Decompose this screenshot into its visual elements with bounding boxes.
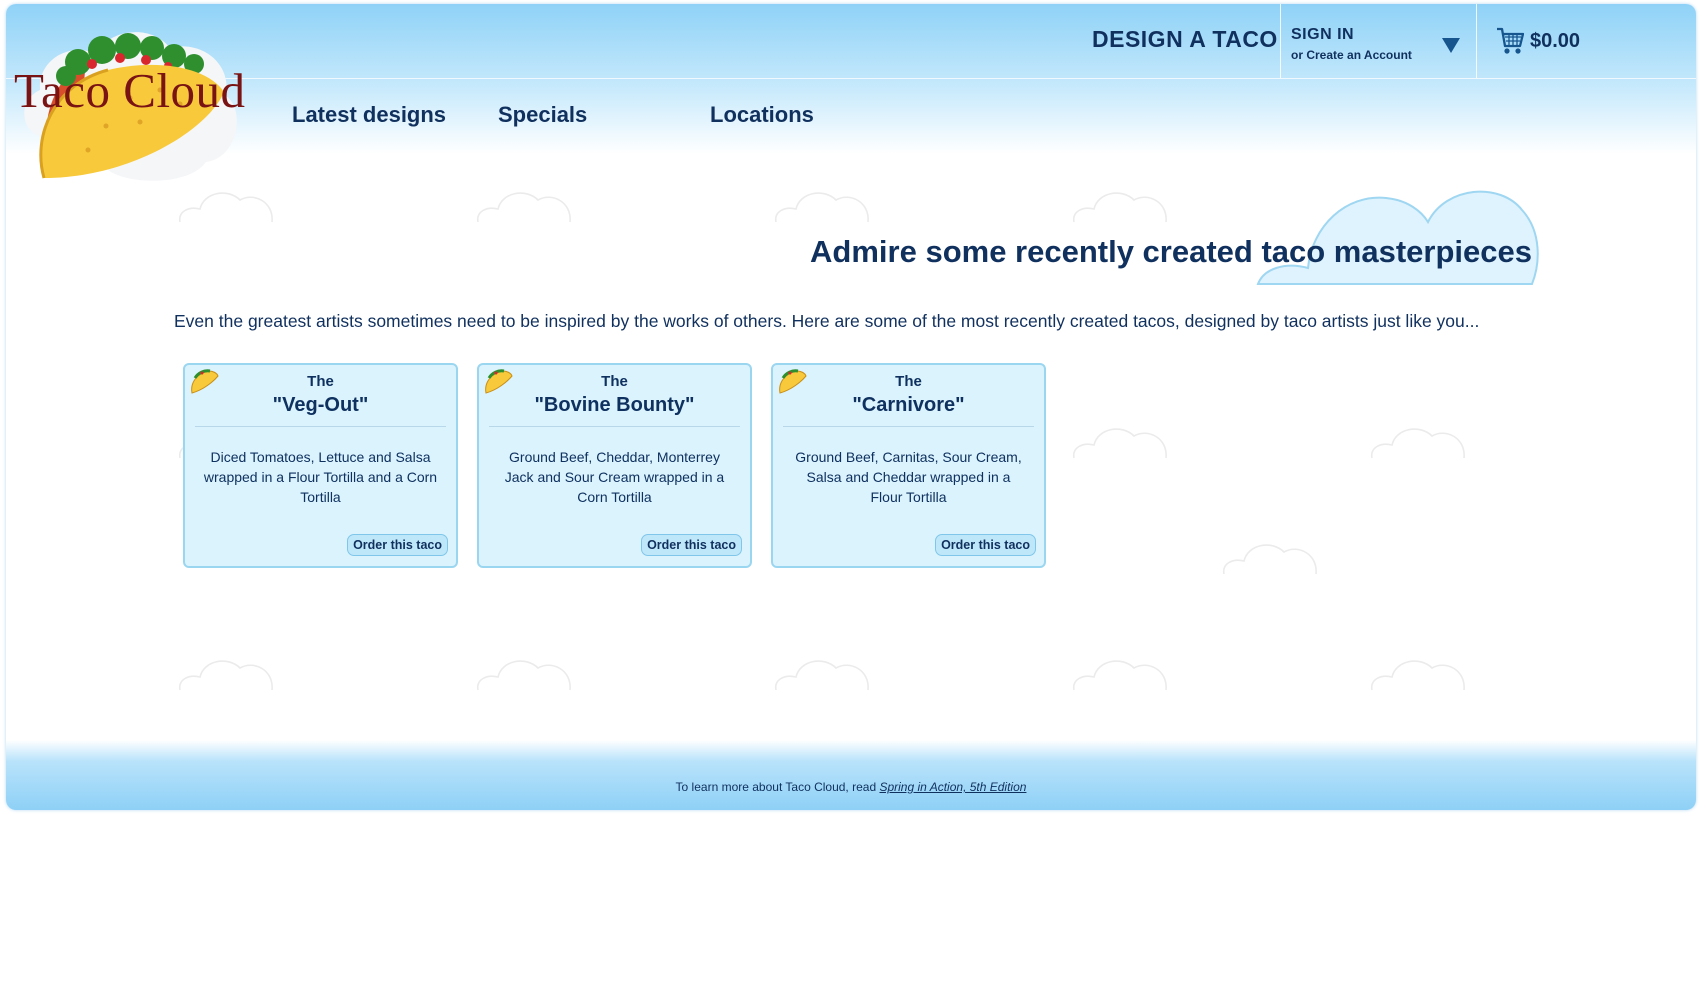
card-title: "Carnivore" [852, 394, 965, 416]
card-title: "Bovine Bounty" [534, 394, 695, 416]
taco-card-list: The "Veg-Out" Diced Tomatoes, Lettuce an… [183, 363, 1046, 568]
order-taco-button[interactable]: Order this taco [347, 534, 448, 556]
taco-icon [485, 369, 513, 394]
cart-button[interactable]: $0.00 [1496, 26, 1580, 56]
dropdown-arrow-icon[interactable] [1442, 38, 1460, 53]
cloud-icon [178, 660, 273, 691]
cloud-icon [1072, 428, 1167, 459]
header: DESIGN A TACO SIGN IN or Create an Accou… [6, 4, 1696, 154]
top-bar: DESIGN A TACO SIGN IN or Create an Accou… [6, 4, 1696, 79]
cloud-icon [1370, 660, 1465, 691]
footer: To learn more about Taco Cloud, read Spr… [6, 740, 1696, 810]
nav-locations[interactable]: Locations [710, 102, 814, 128]
book-link[interactable]: Spring in Action, 5th Edition [879, 780, 1026, 794]
order-taco-button[interactable]: Order this taco [641, 534, 742, 556]
topbar-divider [1280, 4, 1281, 78]
cloud-icon [476, 192, 571, 223]
cloud-icon [1370, 428, 1465, 459]
intro-text: Even the greatest artists sometimes need… [174, 311, 1480, 331]
taco-icon [779, 369, 807, 394]
card-prefix: The [601, 373, 628, 390]
page-frame: DESIGN A TACO SIGN IN or Create an Accou… [6, 4, 1696, 810]
nav-specials[interactable]: Specials [498, 102, 587, 128]
create-account-label: or Create an Account [1291, 48, 1412, 62]
card-divider [783, 426, 1034, 427]
card-divider [489, 426, 740, 427]
footer-text: To learn more about Taco Cloud, read Spr… [6, 780, 1696, 794]
nav-latest-designs[interactable]: Latest designs [292, 102, 446, 128]
card-title: "Veg-Out" [272, 394, 369, 416]
cloud-icon [1072, 192, 1167, 223]
taco-card: The "Bovine Bounty" Ground Beef, Cheddar… [477, 363, 752, 568]
cart-total: $0.00 [1530, 29, 1581, 52]
page-title: Admire some recently created taco master… [810, 234, 1532, 269]
sign-in-link[interactable]: SIGN IN or Create an Account [1291, 26, 1412, 62]
footer-label: To learn more about Taco Cloud, read [675, 780, 877, 794]
card-ingredients: Diced Tomatoes, Lettuce and Salsa wrappe… [203, 449, 438, 505]
taco-icon [191, 369, 219, 394]
card-prefix: The [307, 373, 334, 390]
order-taco-button[interactable]: Order this taco [935, 534, 1036, 556]
topbar-divider [1476, 4, 1477, 78]
design-a-taco-link[interactable]: DESIGN A TACO [1092, 26, 1278, 53]
sign-in-label: SIGN IN [1291, 26, 1355, 43]
cloud-icon [1072, 660, 1167, 691]
cloud-icon [774, 192, 869, 223]
shopping-cart-icon [1497, 27, 1524, 54]
logo-text: Taco Cloud [14, 63, 246, 118]
cloud-icon [476, 660, 571, 691]
card-divider [195, 426, 446, 427]
cloud-icon [1222, 544, 1317, 575]
card-ingredients: Ground Beef, Carnitas, Sour Cream, Salsa… [795, 449, 1022, 505]
card-ingredients: Ground Beef, Cheddar, Monterrey Jack and… [504, 449, 725, 505]
taco-card: The "Veg-Out" Diced Tomatoes, Lettuce an… [183, 363, 458, 568]
taco-card: The "Carnivore" Ground Beef, Carnitas, S… [771, 363, 1046, 568]
cloud-icon [774, 660, 869, 691]
card-prefix: The [895, 373, 922, 390]
